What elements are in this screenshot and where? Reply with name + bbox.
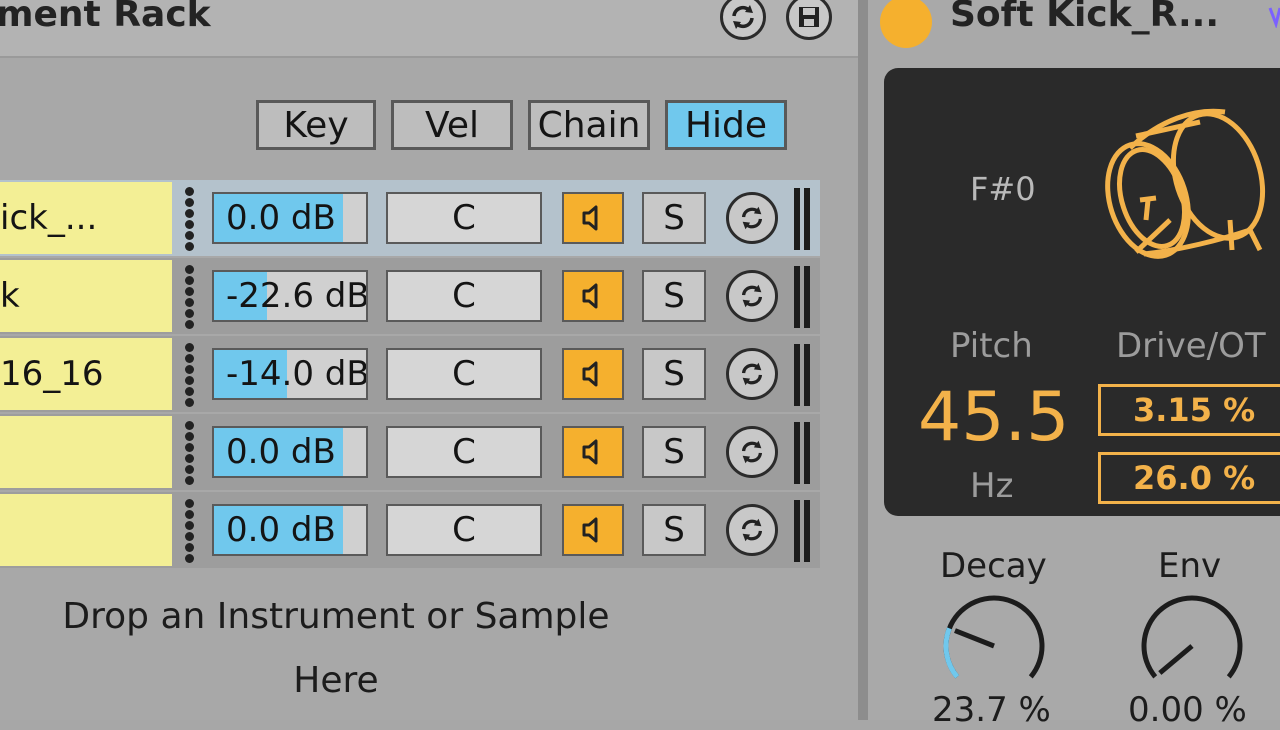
chain-pan-control[interactable]: C bbox=[386, 270, 542, 322]
chain-name[interactable]: ick_... bbox=[0, 182, 172, 254]
decay-knob-track bbox=[943, 595, 1045, 679]
chain-hot-swap-icon[interactable] bbox=[726, 504, 778, 556]
drag-handle-icon[interactable] bbox=[182, 186, 196, 251]
chain-name[interactable] bbox=[0, 416, 172, 488]
env-knob-track bbox=[1141, 595, 1243, 679]
drive-ot-label: Drive/OT bbox=[1116, 326, 1266, 366]
chain-activator-button[interactable] bbox=[562, 426, 624, 478]
env-label: Env bbox=[1158, 546, 1222, 586]
hide-button[interactable]: Hide bbox=[665, 100, 787, 150]
chain-meter bbox=[794, 344, 812, 406]
drag-handle-icon[interactable] bbox=[182, 420, 196, 485]
chain-hot-swap-icon[interactable] bbox=[726, 348, 778, 400]
chain-pan-control[interactable]: C bbox=[386, 348, 542, 400]
chain-activator-button[interactable] bbox=[562, 504, 624, 556]
chain-activator-button[interactable] bbox=[562, 192, 624, 244]
chain-pan-control[interactable]: C bbox=[386, 426, 542, 478]
chain-volume-slider[interactable]: -14.0 dB bbox=[212, 348, 368, 400]
chain-meter bbox=[794, 422, 812, 484]
chain-solo-button[interactable]: S bbox=[642, 426, 706, 478]
chain-hot-swap-icon[interactable] bbox=[726, 426, 778, 478]
chain-volume-value: -22.6 dB bbox=[226, 276, 368, 316]
speaker-icon bbox=[582, 205, 598, 231]
chain-name[interactable]: k bbox=[0, 260, 172, 332]
panel-divider bbox=[858, 0, 868, 720]
chain-volume-value: 0.0 dB bbox=[226, 432, 336, 472]
drive-value-box[interactable]: 3.15 % bbox=[1098, 384, 1280, 436]
vel-button[interactable]: Vel bbox=[391, 100, 513, 150]
chain-hot-swap-icon[interactable] bbox=[726, 270, 778, 322]
chain-row[interactable]: 0.0 dB C S bbox=[0, 492, 820, 568]
chain-name[interactable] bbox=[0, 494, 172, 566]
chain-volume-slider[interactable]: -22.6 dB bbox=[212, 270, 368, 322]
chain-pan-control[interactable]: C bbox=[386, 504, 542, 556]
drag-handle-icon[interactable] bbox=[182, 264, 196, 329]
env-knob[interactable] bbox=[1134, 590, 1250, 690]
pitch-unit: Hz bbox=[970, 466, 1014, 506]
chain-pan-control[interactable]: C bbox=[386, 192, 542, 244]
speaker-icon bbox=[582, 283, 598, 309]
chain-meter bbox=[794, 500, 812, 562]
chevron-icon[interactable] bbox=[1268, 4, 1280, 28]
decay-knob[interactable] bbox=[936, 590, 1052, 690]
ot-value-box[interactable]: 26.0 % bbox=[1098, 452, 1280, 504]
chain-solo-button[interactable]: S bbox=[642, 192, 706, 244]
chain-row[interactable]: 0.0 dB C S bbox=[0, 414, 820, 490]
note-label: F#0 bbox=[970, 170, 1036, 208]
decay-label: Decay bbox=[940, 546, 1047, 586]
chain-activator-button[interactable] bbox=[562, 270, 624, 322]
env-knob-needle bbox=[1158, 644, 1194, 675]
rack-title: ment Rack bbox=[0, 0, 211, 35]
kick-drum-icon bbox=[1105, 108, 1266, 259]
drop-hint-continued: Here bbox=[293, 660, 379, 701]
chain-row[interactable]: k -22.6 dB C S bbox=[0, 258, 820, 334]
decay-value: 23.7 % bbox=[932, 690, 1051, 730]
decay-knob-needle bbox=[954, 628, 995, 649]
chain-name[interactable]: 16_16 bbox=[0, 338, 172, 410]
key-button[interactable]: Key bbox=[256, 100, 376, 150]
pitch-label: Pitch bbox=[950, 326, 1033, 366]
speaker-icon bbox=[582, 439, 598, 465]
speaker-icon bbox=[582, 361, 598, 387]
chain-volume-slider[interactable]: 0.0 dB bbox=[212, 192, 368, 244]
chain-volume-value: 0.0 dB bbox=[226, 510, 336, 550]
chain-solo-button[interactable]: S bbox=[642, 348, 706, 400]
chain-meter bbox=[794, 266, 812, 328]
drag-handle-icon[interactable] bbox=[182, 498, 196, 563]
decay-knob-fill bbox=[943, 627, 960, 679]
chain-volume-slider[interactable]: 0.0 dB bbox=[212, 504, 368, 556]
chain-meter bbox=[794, 188, 812, 250]
chain-solo-button[interactable]: S bbox=[642, 270, 706, 322]
chain-row[interactable]: ick_... 0.0 dB C S bbox=[0, 180, 820, 256]
drop-hint: Drop an Instrument or Sample bbox=[62, 596, 610, 637]
chain-solo-button[interactable]: S bbox=[642, 504, 706, 556]
chain-volume-value: 0.0 dB bbox=[226, 198, 336, 238]
chain-hot-swap-icon[interactable] bbox=[726, 192, 778, 244]
chain-volume-slider[interactable]: 0.0 dB bbox=[212, 426, 368, 478]
chain-activator-button[interactable] bbox=[562, 348, 624, 400]
env-value: 0.00 % bbox=[1128, 690, 1247, 730]
speaker-icon bbox=[582, 517, 598, 543]
device-title: Soft Kick_R... bbox=[950, 0, 1219, 35]
drag-handle-icon[interactable] bbox=[182, 342, 196, 407]
chain-volume-value: -14.0 dB bbox=[226, 354, 368, 394]
pitch-value[interactable]: 45.5 bbox=[918, 378, 1069, 457]
chain-button[interactable]: Chain bbox=[528, 100, 650, 150]
chain-row[interactable]: 16_16 -14.0 dB C S bbox=[0, 336, 820, 412]
